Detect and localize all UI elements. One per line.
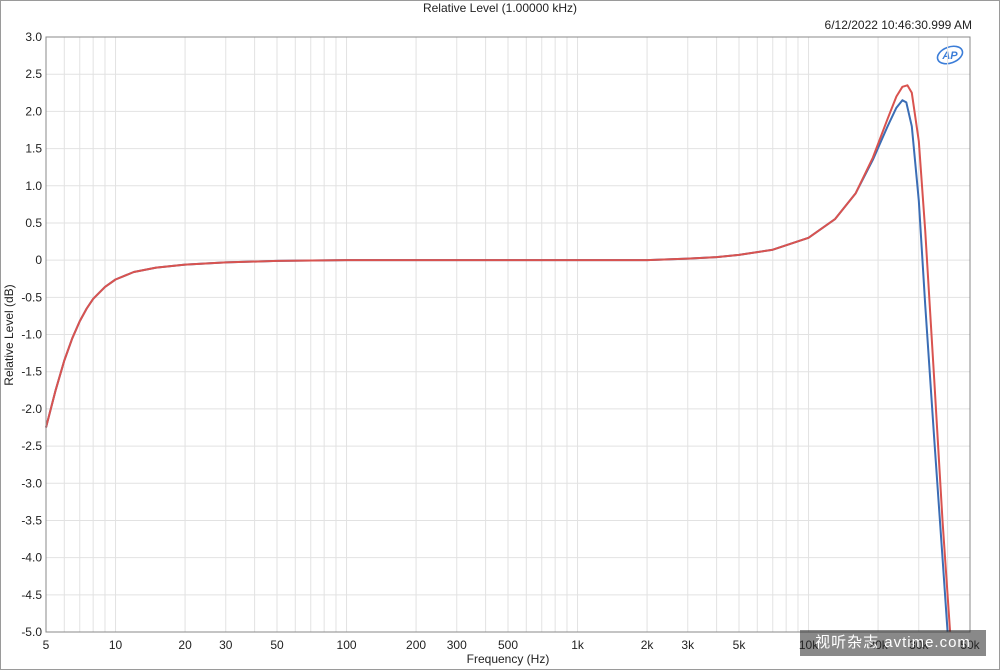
x-tick-label: 100 [337, 638, 357, 652]
y-tick-label: -2.5 [21, 439, 42, 453]
y-tick-label: -1.5 [21, 365, 42, 379]
y-tick-label: -4.0 [21, 551, 42, 565]
series-line-blue [45, 99, 949, 633]
y-tick-label: 1.5 [25, 142, 42, 156]
watermark: 视听杂志 avtime.com [800, 630, 986, 656]
y-tick-label: -1.0 [21, 328, 42, 342]
y-tick-label: -5.0 [21, 625, 42, 639]
y-tick-label: 2.0 [25, 104, 42, 118]
x-tick-label: 20 [178, 638, 192, 652]
y-tick-label: -3.0 [21, 476, 42, 490]
y-axis-label: Relative Level (dB) [2, 284, 16, 386]
x-tick-label: 50 [270, 638, 284, 652]
x-tick-label: 2k [641, 638, 655, 652]
x-tick-label: 10 [109, 638, 123, 652]
x-tick-label: 300 [447, 638, 467, 652]
grid-lines [45, 36, 971, 633]
y-tick-label: -2.0 [21, 402, 42, 416]
series-lines [45, 84, 952, 633]
x-tick-label: 30 [219, 638, 233, 652]
y-tick-label: -0.5 [21, 290, 42, 304]
x-tick-label: 1k [571, 638, 585, 652]
y-tick-label: 0 [35, 253, 42, 267]
series-line-red [45, 84, 952, 633]
y-tick-label: 0.5 [25, 216, 42, 230]
x-tick-label: 5k [733, 638, 747, 652]
x-tick-label: 500 [498, 638, 518, 652]
y-tick-label: 1.0 [25, 179, 42, 193]
y-tick-labels: 3.0 2.5 2.0 1.5 1.0 0.5 0 -0.5 -1.0 -1.5 -2.0 -2.5 -… [21, 30, 42, 639]
x-tick-label: 200 [406, 638, 426, 652]
y-tick-label: -4.5 [21, 588, 42, 602]
y-tick-label: -3.5 [21, 513, 42, 527]
y-tick-label: 2.5 [25, 67, 42, 81]
x-tick-label: 5 [43, 638, 50, 652]
y-tick-label: 3.0 [25, 30, 42, 44]
x-axis-label: Frequency (Hz) [466, 652, 550, 666]
plot-area: 5102030501002003005001k2k3k5k10k20k30k50… [21, 30, 980, 652]
x-tick-label: 3k [681, 638, 695, 652]
